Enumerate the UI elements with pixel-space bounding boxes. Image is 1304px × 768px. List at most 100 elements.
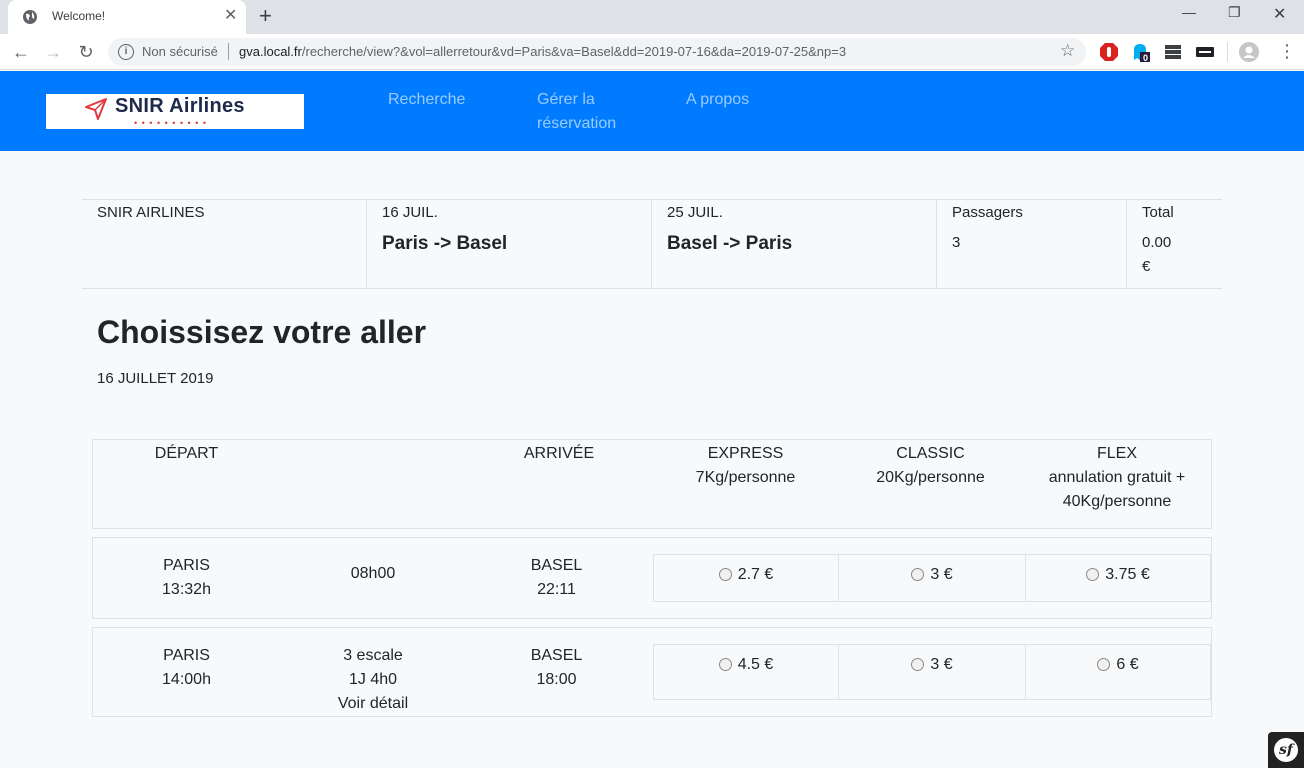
arrival-time: 18:00 <box>536 671 577 688</box>
menu-dots-icon[interactable]: ⋮ <box>1278 41 1296 61</box>
price-option-classic[interactable]: 3 € <box>838 644 1026 700</box>
summary-total-label: Total <box>1142 204 1174 221</box>
brand-logo[interactable]: SNIR Airlines • • • • • • • • • • <box>46 94 304 129</box>
flight-row: PARIS 14:00h 3 escale 1J 4h0 Voir détail… <box>92 627 1212 717</box>
security-status[interactable]: Non sécurisé <box>142 44 218 59</box>
brand-name: SNIR Airlines <box>115 95 245 117</box>
header-classic: CLASSIC 20Kg/personne <box>838 442 1023 490</box>
flights-table-header: DÉPART ARRIVÉE EXPRESS 7Kg/personne CLAS… <box>92 439 1212 529</box>
flight-arrival: BASEL 22:11 <box>509 554 604 602</box>
flight-duration: 3 escale 1J 4h0 Voir détail <box>313 644 433 716</box>
adblock-extension-icon[interactable] <box>1099 42 1119 62</box>
symfony-toolbar-toggle[interactable]: sf <box>1268 732 1304 768</box>
url-text[interactable]: gva.local.fr/recherche/view?&vol=allerre… <box>239 44 846 59</box>
flight-duration: 08h00 <box>323 562 423 586</box>
flight-row: PARIS 13:32h 08h00 BASEL 22:11 2.7 € 3 €… <box>92 537 1212 619</box>
summary-total-amount: 0.00 <box>1142 234 1172 251</box>
keyboard-extension-icon[interactable] <box>1195 42 1215 62</box>
price-option-flex[interactable]: 3.75 € <box>1025 554 1211 602</box>
reload-icon[interactable]: ↻ <box>74 40 98 64</box>
header-flex-sub2: 40Kg/personne <box>1062 493 1172 510</box>
nav-link-gerer-reservation[interactable]: Gérer la réservation <box>537 88 647 136</box>
arrival-city: BASEL <box>530 557 583 574</box>
forward-icon[interactable]: → <box>41 40 65 64</box>
restore-icon[interactable]: ❐ <box>1228 4 1241 21</box>
header-departure: DÉPART <box>154 445 219 462</box>
price-option-flex[interactable]: 6 € <box>1025 644 1211 700</box>
radio-flex[interactable] <box>1097 658 1111 671</box>
arrival-city: BASEL <box>530 647 583 664</box>
browser-toolbar: ← → ↻ i Non sécurisé gva.local.fr/recher… <box>0 34 1304 70</box>
back-icon[interactable]: ← <box>9 40 33 64</box>
flight-departure: PARIS 13:32h <box>139 554 234 602</box>
summary-passengers-label: Passagers <box>952 204 1023 221</box>
see-details-link[interactable]: Voir détail <box>313 692 433 716</box>
globe-icon <box>23 10 37 24</box>
app-navbar: SNIR Airlines • • • • • • • • • • Recher… <box>0 71 1304 151</box>
summary-return-cell: 25 JUIL. Basel -> Paris <box>651 200 936 288</box>
minimize-icon[interactable]: — <box>1182 4 1196 20</box>
header-arrival: ARRIVÉE <box>523 445 595 462</box>
header-express-sub: 7Kg/personne <box>695 469 796 486</box>
header-flex: FLEX annulation gratuit + 40Kg/personne <box>1023 442 1211 514</box>
radio-express[interactable] <box>718 568 732 581</box>
drive-extension-icon[interactable] <box>1163 42 1183 62</box>
departure-city: PARIS <box>163 647 210 664</box>
summary-outbound-cell: 16 JUIL. Paris -> Basel <box>366 200 651 288</box>
departure-city: PARIS <box>163 557 210 574</box>
tab-title: Welcome! <box>52 9 106 23</box>
url-host: gva.local.fr <box>239 44 302 59</box>
url-path: /recherche/view?&vol=allerretour&vd=Pari… <box>301 44 847 59</box>
price-classic: 3 € <box>930 566 953 583</box>
header-express: EXPRESS 7Kg/personne <box>653 442 838 490</box>
price-flex: 6 € <box>1116 656 1139 673</box>
duration-text: 1J 4h0 <box>348 671 398 688</box>
page-date: 16 JUILLET 2019 <box>97 370 214 387</box>
radio-flex[interactable] <box>1086 568 1100 581</box>
arrival-time: 22:11 <box>537 581 576 598</box>
close-window-icon[interactable]: ✕ <box>1273 4 1286 24</box>
header-classic-label: CLASSIC <box>896 445 965 462</box>
radio-classic[interactable] <box>911 658 925 671</box>
radio-express[interactable] <box>718 658 732 671</box>
header-flex-label: FLEX <box>1096 445 1137 462</box>
price-express: 2.7 € <box>737 566 774 583</box>
nav-link-a-propos[interactable]: A propos <box>686 88 749 112</box>
price-option-express[interactable]: 4.5 € <box>653 644 839 700</box>
extension-badge: 0 <box>1143 53 1149 63</box>
header-express-label: EXPRESS <box>707 445 784 462</box>
price-flex: 3.75 € <box>1105 566 1150 583</box>
summary-outbound-date: 16 JUIL. <box>382 204 438 221</box>
stops-text: 3 escale <box>343 647 403 664</box>
radio-classic[interactable] <box>911 568 925 581</box>
price-classic: 3 € <box>930 656 953 673</box>
brand-dots: • • • • • • • • • • <box>134 118 208 128</box>
toolbar-divider <box>1227 42 1228 62</box>
nav-link-recherche[interactable]: Recherche <box>388 88 465 112</box>
header-classic-sub: 20Kg/personne <box>876 469 985 486</box>
departure-time: 13:32h <box>162 581 211 598</box>
price-express: 4.5 € <box>737 656 774 673</box>
address-bar[interactable]: i Non sécurisé gva.local.fr/recherche/vi… <box>108 38 1086 66</box>
duration-text: 08h00 <box>350 565 396 582</box>
profile-avatar-icon[interactable] <box>1239 42 1259 62</box>
summary-total-cell: Total 0.00 € <box>1126 200 1222 288</box>
flight-arrival: BASEL 18:00 <box>509 644 604 692</box>
summary-return-date: 25 JUIL. <box>667 204 723 221</box>
paper-plane-icon <box>85 98 107 120</box>
summary-total-currency: € <box>1142 258 1151 275</box>
price-option-classic[interactable]: 3 € <box>838 554 1026 602</box>
summary-return-route: Basel -> Paris <box>667 233 793 254</box>
address-separator <box>228 43 229 60</box>
summary-passengers-cell: Passagers 3 <box>936 200 1127 288</box>
tab-close-icon[interactable]: ✕ <box>224 7 237 25</box>
new-tab-icon[interactable]: + <box>259 5 272 27</box>
summary-airline-cell: SNIR AIRLINES <box>82 200 367 288</box>
info-icon[interactable]: i <box>118 44 134 60</box>
browser-tab[interactable]: Welcome! ✕ <box>8 0 246 34</box>
bookmark-star-icon[interactable]: ☆ <box>1060 41 1075 61</box>
flight-departure: PARIS 14:00h <box>139 644 234 692</box>
price-option-express[interactable]: 2.7 € <box>653 554 839 602</box>
departure-time: 14:00h <box>162 671 211 688</box>
trip-summary: SNIR AIRLINES 16 JUIL. Paris -> Basel 25… <box>82 199 1222 289</box>
